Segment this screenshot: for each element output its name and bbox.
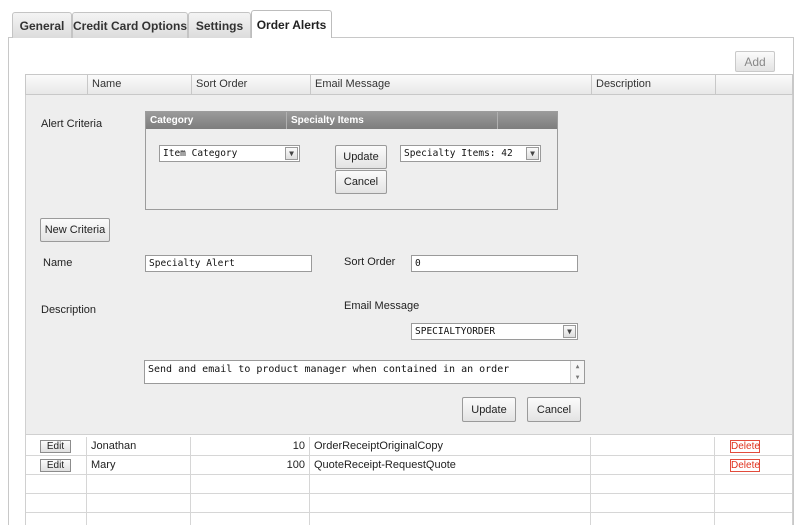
header-sort-order[interactable]: Sort Order [192,75,311,94]
tab-settings[interactable]: Settings [188,12,251,38]
row-email-message: OrderReceiptOriginalCopy [310,437,591,455]
cancel-button[interactable]: Cancel [527,397,581,422]
criteria-col-specialty: Specialty Items [287,112,498,129]
sort-order-field[interactable]: 0 [411,255,578,272]
description-label: Description [41,304,97,316]
empty-row [26,513,792,525]
empty-cell [591,513,715,525]
add-button[interactable]: Add [735,51,775,72]
specialty-select-value: Specialty Items: 42 [404,148,513,159]
new-criteria-button[interactable]: New Criteria [40,218,110,242]
row-actions-cell: Edit [26,456,87,474]
category-select[interactable]: Item Category ▼ [159,145,300,162]
row-actions-cell: Edit [26,437,87,455]
criteria-col-category: Category [146,112,287,129]
scroll-up-icon[interactable]: ▲ [576,363,580,370]
name-label: Name [43,257,73,269]
row-description [591,437,715,455]
row-description [591,456,715,474]
email-message-label: Email Message [344,300,420,312]
chevron-down-icon: ▼ [285,147,298,160]
description-textarea[interactable]: Send and email to product manager when c… [144,360,585,384]
row-name: Jonathan [87,437,191,455]
chevron-down-icon: ▼ [563,325,576,338]
update-button[interactable]: Update [462,397,516,422]
header-email-message[interactable]: Email Message [311,75,592,94]
edit-button[interactable]: Edit [40,440,71,453]
textarea-scrollbar[interactable]: ▲ ▼ [570,361,584,383]
criteria-update-button[interactable]: Update [335,145,387,169]
header-delete [716,75,792,94]
email-message-select[interactable]: SPECIALTYORDER ▼ [411,323,578,340]
grid-header: Name Sort Order Email Message Descriptio… [25,74,793,95]
empty-cell [591,494,715,512]
header-name[interactable]: Name [88,75,192,94]
description-text: Send and email to product manager when c… [148,364,510,375]
empty-cell [26,513,87,525]
tab-credit-card-options[interactable]: Credit Card Options [72,12,188,38]
sort-order-label: Sort Order [344,256,396,268]
empty-cell [310,475,591,493]
header-actions [26,75,88,94]
email-message-select-value: SPECIALTYORDER [415,326,496,337]
alert-criteria-label: Alert Criteria [41,118,103,130]
category-select-value: Item Category [163,148,238,159]
empty-cell [191,475,310,493]
empty-cell [87,494,191,512]
criteria-cancel-button[interactable]: Cancel [335,170,387,194]
empty-row [26,475,792,494]
delete-button[interactable]: Delete [730,440,760,453]
empty-cell [87,475,191,493]
row-name: Mary [87,456,191,474]
row-sort-order: 100 [191,456,310,474]
empty-cell [87,513,191,525]
tab-order-alerts[interactable]: Order Alerts [251,10,332,38]
delete-button[interactable]: Delete [730,459,760,472]
table-row: Edit Mary 100 QuoteReceipt-RequestQuote … [26,456,792,475]
criteria-table-header: Category Specialty Items [146,112,557,129]
empty-cell [191,513,310,525]
empty-cell [191,494,310,512]
empty-cell [310,513,591,525]
table-row: Edit Jonathan 10 OrderReceiptOriginalCop… [26,437,792,456]
tab-general[interactable]: General [12,12,72,38]
row-email-message: QuoteReceipt-RequestQuote [310,456,591,474]
row-sort-order: 10 [191,437,310,455]
specialty-items-select[interactable]: Specialty Items: 42 ▼ [400,145,541,162]
empty-cell [591,475,715,493]
empty-cell [26,475,87,493]
name-field[interactable]: Specialty Alert [145,255,312,272]
edit-button[interactable]: Edit [40,459,71,472]
empty-row [26,494,792,513]
chevron-down-icon: ▼ [526,147,539,160]
empty-cell [26,494,87,512]
scroll-down-icon[interactable]: ▼ [576,374,580,381]
empty-cell [310,494,591,512]
tab-bar: General Credit Card Options Settings Ord… [0,0,800,38]
header-description[interactable]: Description [592,75,716,94]
criteria-col-actions [498,112,557,129]
